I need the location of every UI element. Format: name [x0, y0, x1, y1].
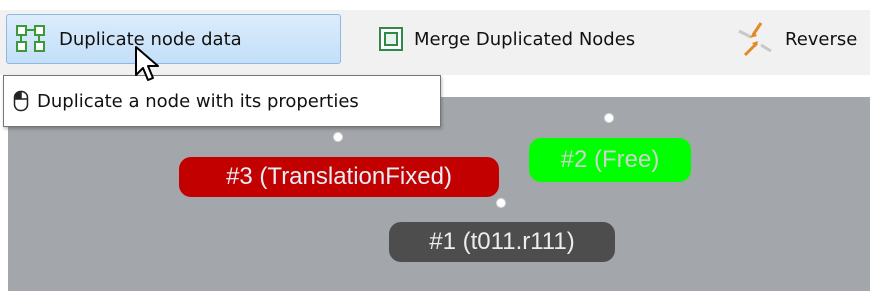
reverse-button[interactable]: Reverse — [735, 14, 857, 64]
node-3-label[interactable]: #3 (TranslationFixed) — [179, 157, 499, 197]
mouse-cursor-icon — [135, 46, 159, 81]
duplicate-node-icon — [16, 25, 45, 52]
merge-nodes-icon — [379, 27, 403, 51]
toolbar-top-strip — [0, 0, 870, 10]
mouse-icon — [13, 90, 29, 112]
reverse-icon — [738, 22, 772, 57]
merge-duplicated-nodes-button[interactable]: Merge Duplicated Nodes — [378, 14, 635, 64]
tooltip: Duplicate a node with its properties — [3, 75, 441, 127]
tooltip-text: Duplicate a node with its properties — [37, 90, 359, 112]
node-1-label[interactable]: #1 (t011.r111) — [389, 222, 615, 262]
node-3-connector[interactable] — [333, 132, 343, 142]
node-1-connector[interactable] — [496, 198, 506, 208]
node-2-connector[interactable] — [604, 113, 614, 123]
reverse-label: Reverse — [785, 28, 858, 50]
toolbar: Duplicate node data Merge Duplicated Nod… — [0, 0, 870, 75]
duplicate-node-data-button[interactable]: Duplicate node data — [6, 14, 341, 64]
node-2-label[interactable]: #2 (Free) — [529, 138, 691, 182]
merge-duplicated-nodes-label: Merge Duplicated Nodes — [414, 28, 636, 50]
